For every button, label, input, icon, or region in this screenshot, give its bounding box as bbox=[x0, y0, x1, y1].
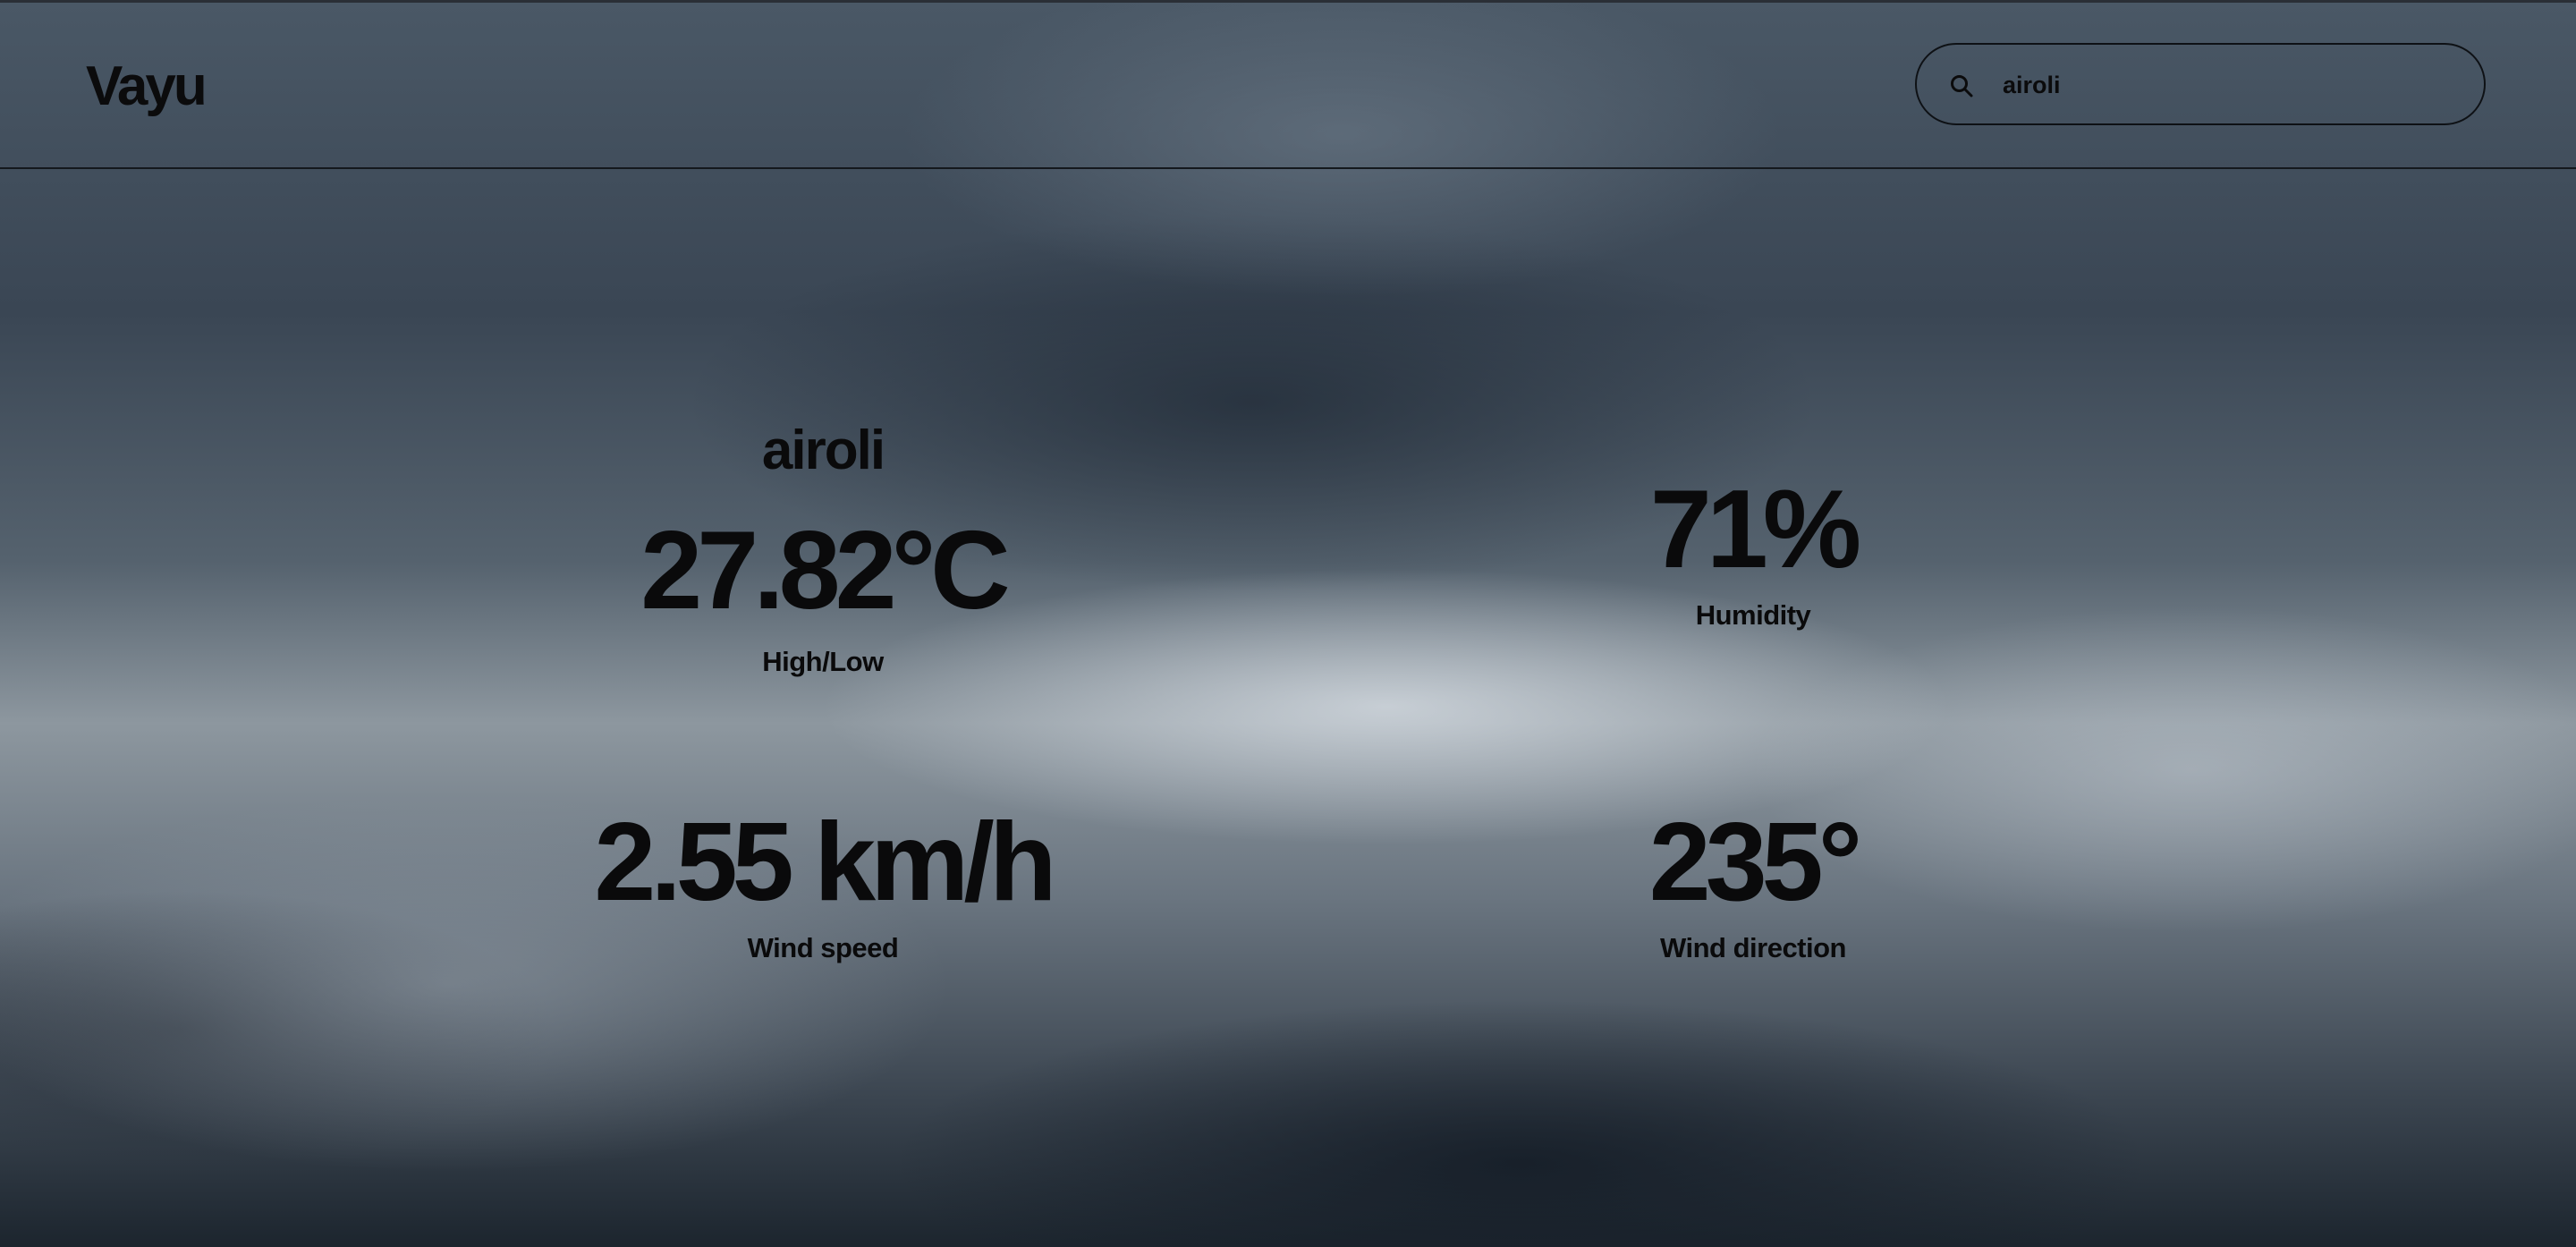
wind-direction-value: 235° bbox=[1648, 801, 1862, 924]
wind-speed-value: 2.55 km/h bbox=[594, 801, 1056, 924]
humidity-value: 71% bbox=[1649, 468, 1861, 591]
city-name: airoli bbox=[761, 420, 886, 481]
search-input[interactable] bbox=[2003, 63, 2450, 107]
humidity-label: Humidity bbox=[1695, 599, 1811, 631]
app-logo[interactable]: Vayu bbox=[86, 55, 208, 118]
temperature-value: 27.82°C bbox=[640, 509, 1010, 632]
wind-speed-metric: 2.55 km/h Wind speed bbox=[465, 807, 1181, 964]
search-bar[interactable] bbox=[1915, 43, 2486, 125]
weather-page: Vayu airoli 27.82°C High/Low 71% Humidit… bbox=[0, 0, 2576, 1247]
wind-direction-label: Wind direction bbox=[1660, 932, 1847, 963]
temperature-label: High/Low bbox=[762, 646, 884, 677]
wind-direction-metric: 235° Wind direction bbox=[1485, 807, 2021, 964]
humidity-metric: 71% Humidity bbox=[1485, 474, 2021, 632]
header: Vayu bbox=[0, 3, 2576, 169]
wind-speed-label: Wind speed bbox=[747, 932, 899, 963]
search-icon bbox=[1951, 75, 1973, 98]
temperature-metric: 27.82°C High/Low bbox=[555, 515, 1091, 678]
